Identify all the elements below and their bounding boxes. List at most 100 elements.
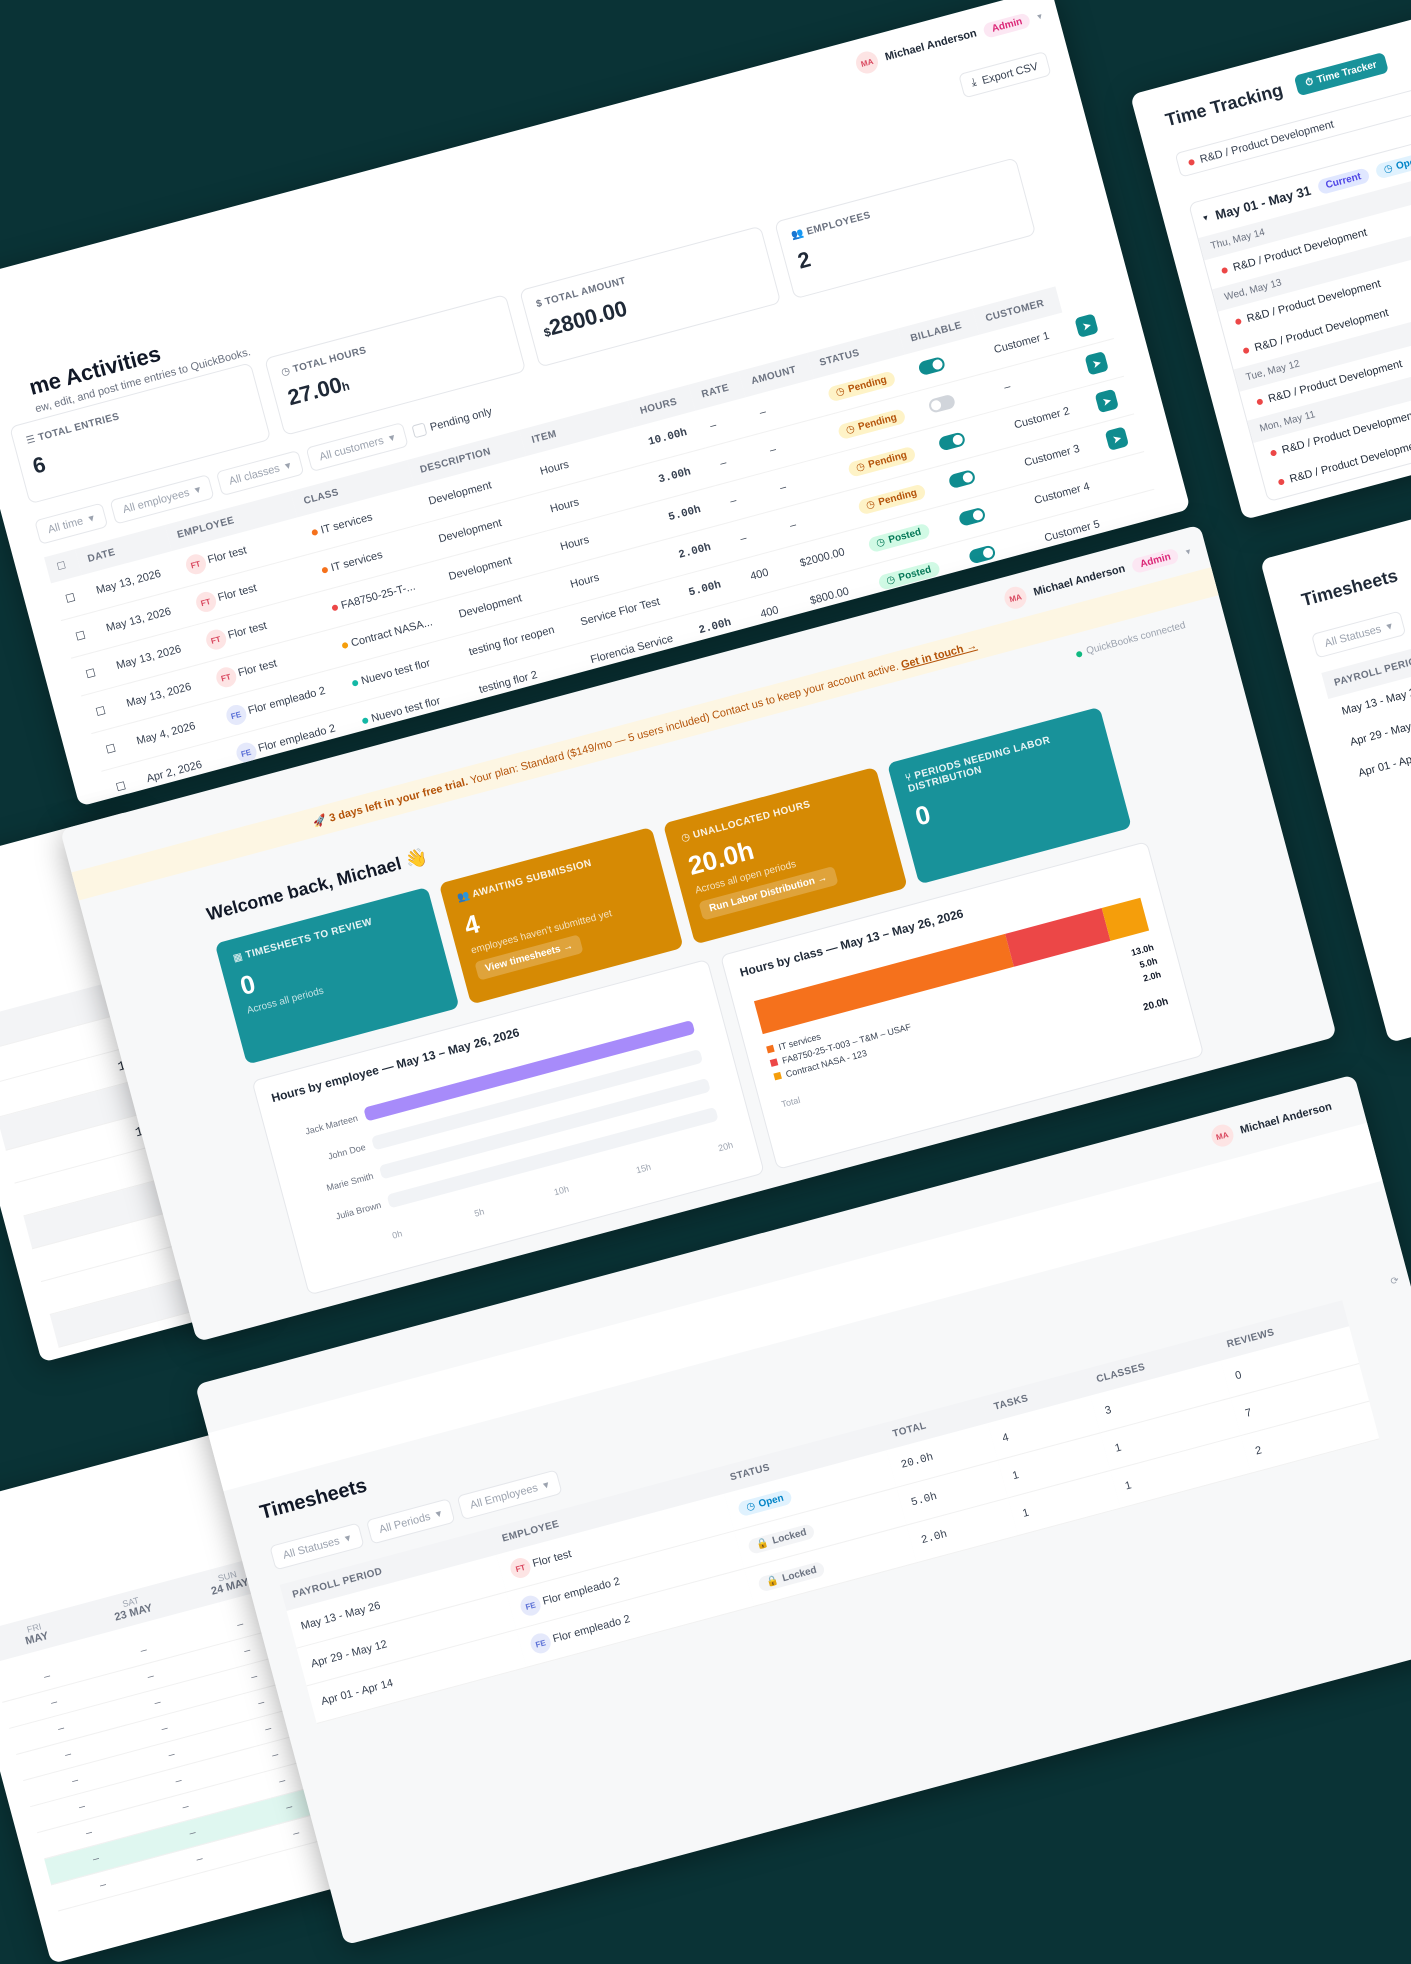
avatar: FE [528, 1631, 553, 1656]
employee-label: John Doe [327, 1142, 367, 1162]
employee-label: Julia Brown [335, 1200, 383, 1222]
clock-icon: ◷ [1382, 162, 1394, 176]
tick-label: 20h [717, 1140, 734, 1154]
class-dot [321, 566, 330, 574]
class-dot [1242, 346, 1250, 355]
role-badge: Admin [1130, 546, 1181, 574]
status-badge: ◷ Open [736, 1488, 794, 1517]
timesheets-title: Timesheets [257, 1474, 370, 1525]
chevron-down-icon: ▾ [541, 1479, 551, 1493]
billable-toggle[interactable] [927, 393, 956, 414]
avatar: FT [213, 665, 239, 690]
current-badge: Current [1316, 167, 1371, 196]
send-icon[interactable]: ➤ [1104, 426, 1130, 451]
mini-status-filter[interactable]: All Statuses ▾ [1310, 610, 1406, 659]
status-badge: ◷ Pending [836, 407, 907, 440]
billable-toggle[interactable] [917, 355, 946, 376]
send-icon[interactable]: ➤ [1084, 351, 1110, 376]
clock-icon: ◷ [854, 460, 867, 474]
tick-label: 0h [391, 1228, 403, 1240]
clock-icon: ◷ [874, 535, 887, 549]
tracking-title: Time Tracking [1163, 79, 1286, 131]
status-badge: ◷ Posted [876, 559, 941, 591]
class-segment [1101, 897, 1150, 941]
download-icon: ⤓ [970, 76, 978, 89]
lock-icon: 🔒 [765, 1574, 781, 1589]
clock-icon: ◷ [745, 1499, 757, 1513]
checkbox-icon [411, 422, 428, 439]
users-icon: 👥 [790, 227, 806, 242]
billable-toggle[interactable] [957, 506, 987, 527]
day-column-header: SAT 23 MAY [113, 1595, 154, 1624]
filter-periods[interactable]: All Periods ▾ [365, 1498, 456, 1545]
filter-classes[interactable]: All classes ▾ [215, 449, 305, 497]
users-icon: 👥 [455, 890, 472, 905]
avatar: FT [203, 627, 228, 652]
status-badge: ◷ Posted [866, 522, 931, 553]
class-dot [362, 716, 370, 725]
class-dot [311, 528, 319, 536]
status-dot [1075, 650, 1083, 658]
pending-only-checkbox[interactable]: Pending only [411, 405, 493, 439]
dollar-icon: $ [535, 297, 544, 311]
chevron-down-icon: ▾ [283, 459, 293, 473]
send-icon[interactable]: ➤ [1074, 313, 1099, 338]
status-badge: ◷ Pending [826, 369, 897, 403]
avatar: MA [1208, 1122, 1236, 1150]
class-dot [331, 603, 340, 612]
avatar: FE [223, 702, 249, 728]
stat-total-amount: $ Total Amount $2800.00 [519, 225, 782, 368]
clock-icon: ◷ [280, 365, 292, 379]
export-csv-button[interactable]: ⤓ Export CSV [957, 51, 1052, 99]
class-dot [1187, 158, 1196, 166]
user-name: Michael Anderson [883, 27, 979, 64]
get-in-touch-link[interactable]: Get in touch → [900, 640, 979, 672]
chevron-down-icon: ▾ [1184, 545, 1192, 557]
status-badge: ◷ Pending [846, 445, 917, 478]
class-dot [1269, 449, 1278, 457]
refresh-icon[interactable]: ⟳ [1389, 1275, 1400, 1288]
user-name: Michael Anderson [1238, 1100, 1334, 1137]
avatar: FT [193, 589, 218, 615]
filter-statuses[interactable]: All Statuses ▾ [269, 1522, 365, 1571]
class-dot [351, 679, 360, 687]
chevron-down-icon: ▾ [1036, 10, 1043, 22]
calendar-icon: ▦ [231, 951, 245, 965]
class-dot [1220, 266, 1229, 275]
tick-label: 15h [635, 1162, 652, 1176]
stat-employees: 👥 Employees 2 [774, 157, 1037, 300]
chevron-down-icon: ▾ [343, 1532, 353, 1546]
time-tracker-button[interactable]: ⏱ Time Tracker [1293, 51, 1389, 97]
legend-swatch [766, 1044, 775, 1054]
chevron-down-icon: ▾ [87, 512, 96, 526]
tick-label: 10h [553, 1184, 570, 1198]
class-dot [341, 641, 350, 649]
avatar: FE [233, 740, 259, 765]
avatar: FE [518, 1593, 543, 1618]
role-badge: Admin [982, 11, 1032, 39]
clock-icon: ◷ [864, 498, 877, 512]
avatar: MA [853, 49, 881, 76]
class-dot [1234, 318, 1243, 326]
legend-value: 5.0h [1138, 956, 1158, 970]
total-label: Total [780, 1095, 801, 1110]
tick-label: 5h [473, 1206, 485, 1218]
open-badge: ◷ Open [1374, 151, 1411, 180]
chevron-down-icon: ▾ [193, 483, 202, 497]
clock-icon: ◷ [834, 385, 846, 399]
billable-toggle[interactable] [947, 468, 977, 489]
legend-value: 13.0h [1130, 942, 1155, 958]
clock-icon: ◷ [680, 831, 692, 845]
billable-toggle[interactable] [967, 543, 997, 565]
mini-timesheets-title: Timesheets [1299, 565, 1400, 611]
chevron-down-icon: ▾ [1202, 212, 1210, 224]
avatar: MA [1002, 584, 1029, 612]
filter-time[interactable]: All time ▾ [34, 502, 108, 545]
lock-icon: 🔒 [755, 1536, 770, 1551]
chevron-down-icon: ▾ [434, 1507, 443, 1521]
clock-icon: ◷ [885, 573, 897, 587]
billable-toggle[interactable] [937, 430, 967, 452]
chevron-down-icon: ▾ [1385, 620, 1394, 634]
class-dot [1277, 478, 1285, 486]
send-icon[interactable]: ➤ [1094, 388, 1120, 414]
